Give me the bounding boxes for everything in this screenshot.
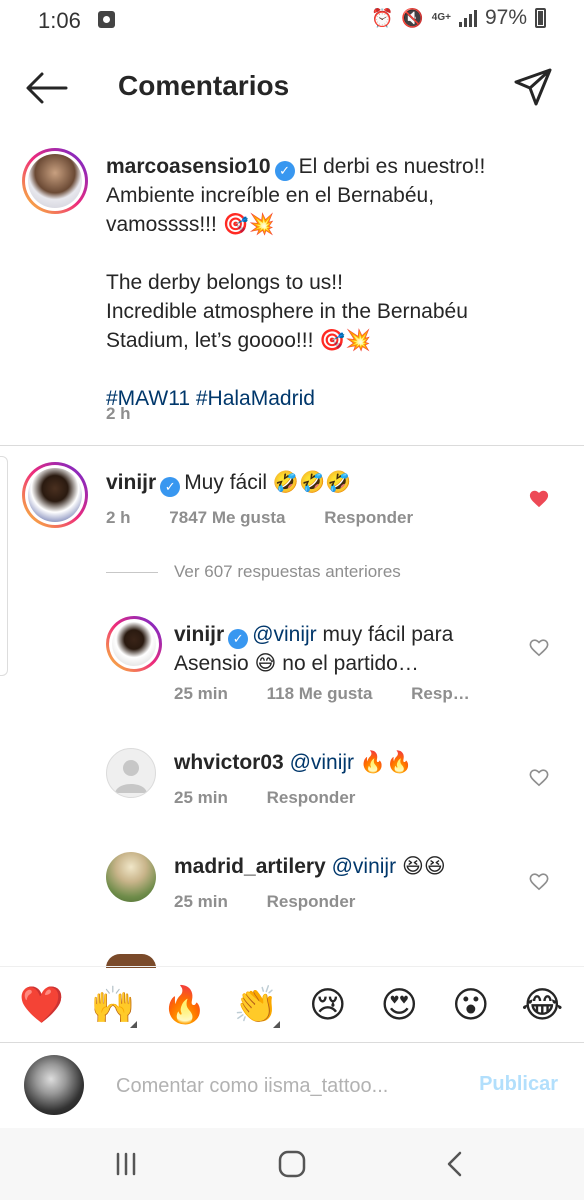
view-replies-label: Ver 607 respuestas anteriores — [174, 562, 401, 581]
caption-time: 2 h — [106, 404, 131, 423]
verified-badge-icon: ✓ — [274, 161, 295, 181]
emoji-raised-hands-glyph: 🙌 — [90, 983, 136, 1025]
emoji-laughing-button[interactable]: 😂 — [514, 984, 570, 1026]
arrow-left-icon — [26, 72, 68, 104]
scrollbar[interactable] — [0, 456, 8, 676]
alarm-icon: ⏰ — [370, 7, 394, 28]
comment-username[interactable]: vinijr — [106, 471, 156, 494]
skin-tone-indicator-icon — [273, 1020, 281, 1028]
reply-text: whvictor03 @vinijr 🔥🔥 — [174, 748, 514, 777]
reply-username[interactable]: madrid_artilery — [174, 855, 326, 878]
verified-badge-icon: ✓ — [160, 477, 181, 497]
reply-reply-button[interactable]: Responder — [267, 788, 356, 807]
emoji-clap-button[interactable]: 👏 — [228, 983, 284, 1028]
emoji-fire-button[interactable]: 🔥 — [157, 984, 213, 1026]
reply-line-1: muy fácil para — [322, 623, 454, 646]
comment-input-bar: Publicar — [0, 1042, 584, 1128]
caption-line-2: Ambiente increíble en el Bernabéu, — [106, 184, 435, 207]
system-back-button[interactable] — [436, 1148, 476, 1180]
emoji-raised-hands-button[interactable]: 🙌 — [85, 983, 141, 1028]
current-user-avatar[interactable] — [24, 1055, 84, 1115]
reply-reply-button[interactable]: Resp… — [411, 684, 470, 703]
emoji-clap-glyph: 👏 — [233, 983, 279, 1025]
emoji-surprised-button[interactable]: 😮 — [443, 984, 499, 1026]
caption-text: marcoasensio10 ✓ El derbi es nuestro!! Amb… — [106, 152, 566, 413]
emoji-heart-eyes-button[interactable]: 😍 — [371, 984, 427, 1026]
caption-line-6: Stadium, let’s goooo!!! 🎯💥 — [106, 329, 372, 352]
reply-time: 25 min — [174, 892, 228, 911]
reply-avatar[interactable] — [106, 852, 156, 902]
reply-line-2: Asensio 😅 no el partido… — [174, 652, 419, 675]
caption-line-4: The derby belongs to us!! — [106, 271, 343, 294]
status-icons: ⏰ 🔇 4G+ 97% — [371, 6, 546, 30]
comment-body: Muy fácil 🤣🤣🤣 — [184, 471, 352, 494]
reply-meta: 25 min Responder — [174, 892, 389, 912]
recents-icon — [116, 1152, 136, 1176]
reply-mention[interactable]: @vinijr — [290, 751, 355, 774]
heart-outline-icon[interactable] — [528, 767, 550, 787]
system-nav-bar — [0, 1128, 584, 1200]
back-chevron-icon — [447, 1151, 462, 1177]
gallery-notification-icon — [98, 11, 115, 28]
reply-body: 🔥🔥 — [359, 751, 413, 774]
reply-body: 😆😆 — [401, 855, 446, 878]
signal-icon — [458, 9, 477, 27]
replies-divider-line — [106, 571, 158, 573]
emoji-crying-button[interactable]: 😢 — [300, 984, 356, 1026]
status-time: 1:06 — [38, 8, 81, 33]
heart-outline-icon[interactable] — [528, 637, 550, 657]
comment-reply-button[interactable]: Responder — [324, 508, 413, 527]
caption-divider — [0, 445, 584, 446]
reply-meta: 25 min Responder — [174, 788, 389, 808]
view-replies-button[interactable]: Ver 607 respuestas anteriores — [106, 562, 401, 582]
comment-meta: 2 h 7847 Me gusta Responder — [106, 508, 447, 528]
reply-mention[interactable]: @vinijr — [252, 623, 317, 646]
home-button[interactable] — [272, 1148, 312, 1180]
reply-time: 25 min — [174, 788, 228, 807]
reply-meta: 25 min 118 Me gusta Resp… — [174, 684, 504, 704]
battery-charging-icon — [535, 8, 546, 28]
paper-plane-icon — [514, 68, 552, 106]
status-bar: 1:06 ⏰ 🔇 4G+ 97% — [0, 0, 584, 40]
comment-text: vinijr ✓ Muy fácil 🤣🤣🤣 — [106, 468, 506, 497]
battery-percent: 97% — [484, 6, 527, 29]
caption-line-1: El derbi es nuestro!! — [298, 155, 486, 178]
reply-text: madrid_artilery @vinijr 😆😆 — [174, 852, 514, 881]
default-avatar-icon — [115, 760, 147, 793]
comment-avatar[interactable] — [22, 462, 88, 528]
comment-time: 2 h — [106, 508, 131, 527]
caption-avatar[interactable] — [22, 148, 88, 214]
caption-meta: 2 h — [106, 404, 165, 424]
reply-avatar[interactable] — [106, 748, 156, 798]
back-button[interactable] — [22, 68, 70, 108]
caption-username[interactable]: marcoasensio10 — [106, 155, 271, 178]
recents-button[interactable] — [106, 1148, 146, 1180]
comment-input[interactable] — [116, 1069, 446, 1103]
reply-username[interactable]: vinijr — [174, 623, 224, 646]
home-icon — [278, 1150, 306, 1178]
reply-avatar[interactable] — [106, 616, 162, 672]
page-title: Comentarios — [118, 70, 290, 101]
reply-mention[interactable]: @vinijr — [332, 855, 397, 878]
reply-text: vinijr ✓ @vinijr muy fácil para Asensio 😅 … — [174, 620, 514, 678]
heart-filled-icon[interactable] — [528, 488, 550, 508]
reply-time: 25 min — [174, 684, 228, 703]
caption-line-5: Incredible atmosphere in the Bernabéu — [106, 300, 468, 323]
header: Comentarios — [0, 48, 584, 128]
caption-line-3: vamossss!!! 🎯💥 — [106, 213, 275, 236]
mute-icon: 🔇 — [401, 7, 424, 28]
reply-username[interactable]: whvictor03 — [174, 751, 284, 774]
skin-tone-indicator-icon — [130, 1020, 138, 1028]
reply-likes[interactable]: 118 Me gusta — [267, 684, 373, 703]
publish-button[interactable]: Publicar — [479, 1073, 558, 1096]
emoji-reaction-bar: ❤️ 🙌 🔥 👏 😢 😍 😮 😂 — [0, 966, 584, 1042]
share-button[interactable] — [512, 66, 554, 108]
emoji-heart-button[interactable]: ❤️ — [14, 984, 70, 1026]
comment-likes[interactable]: 7847 Me gusta — [169, 508, 285, 527]
reply-reply-button[interactable]: Responder — [267, 892, 356, 911]
heart-outline-icon[interactable] — [528, 871, 550, 891]
verified-badge-icon: ✓ — [228, 629, 249, 649]
network-label: 4G+ — [431, 12, 451, 23]
